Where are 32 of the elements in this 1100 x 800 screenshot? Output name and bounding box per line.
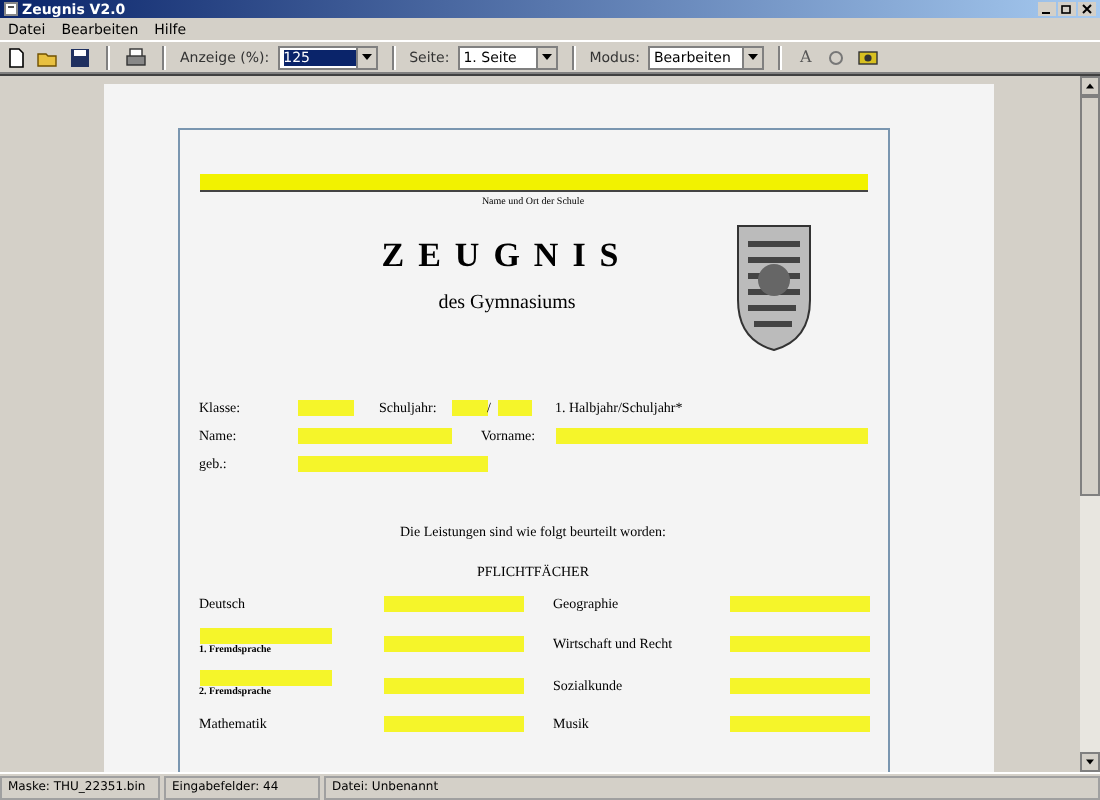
input-field[interactable] [555, 428, 867, 444]
input-field[interactable] [383, 596, 523, 612]
camera-icon[interactable] [855, 45, 880, 69]
language-field[interactable] [199, 670, 331, 686]
scroll-up-icon[interactable] [1080, 76, 1100, 96]
language-field[interactable] [199, 628, 331, 644]
scroll-down-icon[interactable] [1080, 752, 1100, 772]
input-field[interactable] [383, 635, 523, 651]
input-field[interactable] [297, 428, 451, 444]
input-field[interactable] [451, 400, 487, 416]
print-icon[interactable] [124, 45, 148, 69]
close-icon[interactable] [1078, 2, 1096, 16]
save-icon[interactable] [68, 45, 92, 69]
vertical-scrollbar[interactable] [1080, 76, 1100, 772]
coat-of-arms-drawing [735, 224, 811, 352]
school-name-field[interactable] [199, 174, 867, 192]
input-field[interactable] [383, 677, 523, 693]
input-field[interactable] [383, 716, 523, 732]
document-title: ZEUGNIS [381, 236, 633, 276]
input-field[interactable] [297, 400, 353, 416]
restore-icon[interactable] [1058, 2, 1076, 16]
input-field[interactable] [729, 596, 869, 612]
app-icon [4, 2, 18, 16]
input-field[interactable] [729, 635, 869, 651]
input-field[interactable] [297, 456, 487, 472]
document-subtitle: des Gymnasiums [438, 292, 576, 314]
input-field[interactable] [729, 677, 869, 693]
scroll-thumb[interactable] [1080, 96, 1100, 496]
input-field[interactable] [497, 400, 531, 416]
font-button[interactable]: A [795, 48, 816, 66]
input-field[interactable] [729, 716, 869, 732]
new-document-icon[interactable] [4, 45, 28, 69]
